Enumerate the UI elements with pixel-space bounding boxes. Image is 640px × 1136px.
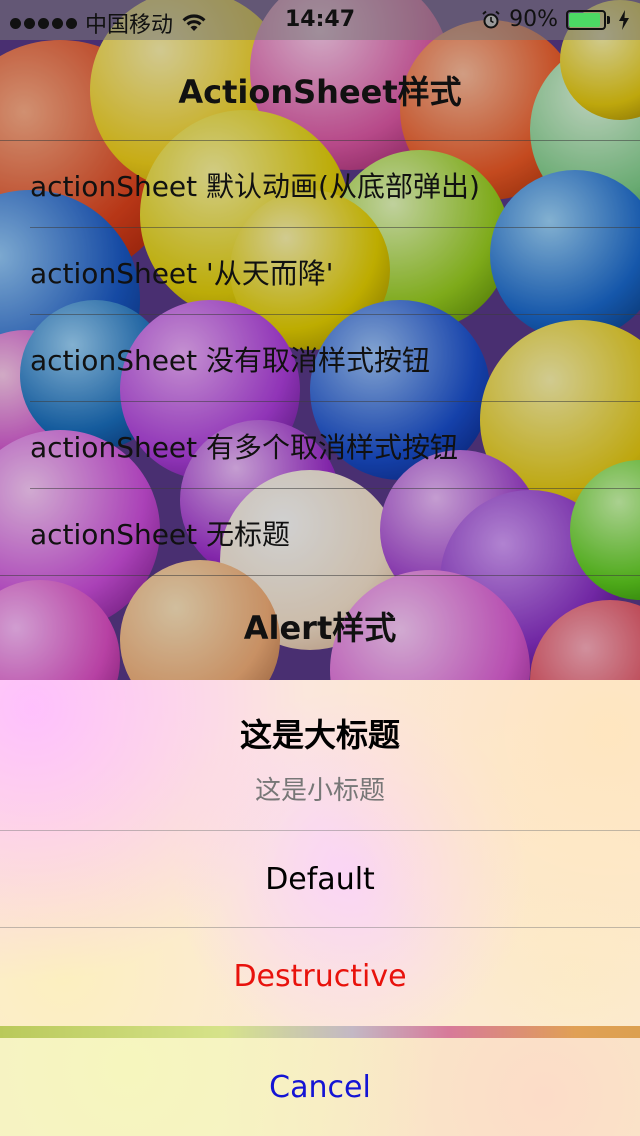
destructive-button[interactable]: Destructive bbox=[0, 928, 640, 1025]
list-item[interactable]: actionSheet 无标题 bbox=[0, 489, 640, 576]
section-title-alert: Alert样式 bbox=[243, 609, 397, 647]
action-sheet-separator bbox=[0, 1026, 640, 1038]
section-title-actionsheet: ActionSheet样式 bbox=[0, 40, 640, 141]
list-item-label: actionSheet 没有取消样式按钮 bbox=[30, 343, 431, 377]
action-sheet-subtitle: 这是小标题 bbox=[254, 776, 385, 806]
list-item[interactable]: actionSheet 默认动画(从底部弹出) bbox=[0, 141, 640, 228]
list-item-label: actionSheet 默认动画(从底部弹出) bbox=[30, 169, 480, 203]
menu-list: ActionSheet样式 actionSheet 默认动画(从底部弹出) ac… bbox=[0, 40, 640, 676]
list-item-label: actionSheet '从天而降' bbox=[30, 256, 334, 290]
list-item[interactable]: actionSheet 没有取消样式按钮 bbox=[0, 315, 640, 402]
battery-icon bbox=[566, 9, 610, 30]
action-sheet-header: 这是大标题 这是小标题 bbox=[0, 680, 640, 831]
app-screen: 中国移动 14:47 90% ActionSheet样式 actionSheet… bbox=[0, 0, 640, 1136]
list-item[interactable]: actionSheet 有多个取消样式按钮 bbox=[0, 402, 640, 489]
list-item[interactable]: actionSheet '从天而降' bbox=[0, 228, 640, 315]
list-item-label: actionSheet 无标题 bbox=[30, 517, 291, 551]
action-sheet-main-group: 这是大标题 这是小标题 Default Destructive bbox=[0, 680, 640, 1026]
alarm-icon bbox=[482, 10, 500, 28]
status-bar: 中国移动 14:47 90% bbox=[0, 0, 640, 40]
action-sheet-title: 这是大标题 bbox=[239, 716, 400, 754]
action-sheet: 这是大标题 这是小标题 Default Destructive Cancel bbox=[0, 680, 640, 1136]
cancel-button[interactable]: Cancel bbox=[0, 1038, 640, 1136]
battery-percent: 90% bbox=[509, 7, 558, 32]
list-item-label: actionSheet 有多个取消样式按钮 bbox=[30, 430, 459, 464]
charging-bolt-icon bbox=[619, 9, 629, 30]
default-button[interactable]: Default bbox=[0, 831, 640, 928]
